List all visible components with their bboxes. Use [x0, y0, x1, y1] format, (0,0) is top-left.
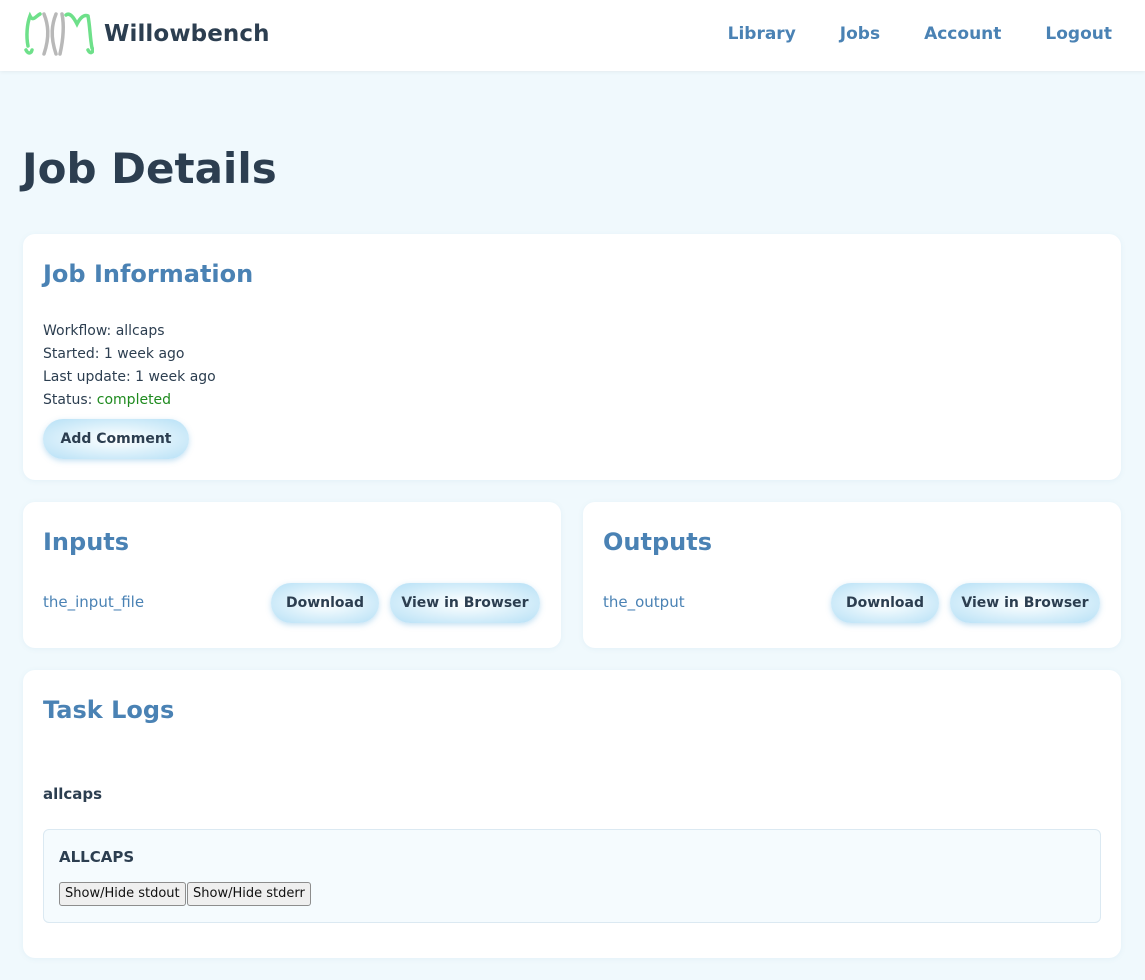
started-value: 1 week ago: [103, 346, 185, 362]
task-logs-card: Task Logs allcaps ALLCAPS Show/Hide stdo…: [23, 670, 1121, 958]
workflow-label: Workflow:: [43, 323, 112, 339]
toggle-stderr-button[interactable]: Show/Hide stderr: [187, 882, 311, 906]
last-update-label: Last update:: [43, 369, 131, 385]
main-nav: Library Jobs Account Logout: [684, 22, 1112, 46]
last-update-line: Last update: 1 week ago: [43, 367, 216, 387]
workflow-value: allcaps: [115, 323, 165, 339]
input-download-button[interactable]: Download: [271, 583, 379, 623]
brand[interactable]: Willowbench: [22, 10, 270, 58]
started-label: Started:: [43, 346, 100, 362]
input-view-in-browser-button[interactable]: View in Browser: [390, 583, 540, 623]
status-label: Status:: [43, 392, 93, 408]
status-value: completed: [96, 392, 172, 408]
page-title: Job Details: [22, 144, 277, 193]
nav-jobs[interactable]: Jobs: [840, 22, 880, 46]
inputs-card: Inputs the_input_file Download View in B…: [23, 502, 561, 648]
add-comment-button[interactable]: Add Comment: [43, 419, 189, 459]
job-information-heading: Job Information: [43, 260, 254, 288]
nav-logout[interactable]: Logout: [1045, 22, 1112, 46]
status-line: Status: completed: [43, 390, 171, 410]
outputs-card: Outputs the_output Download View in Brow…: [583, 502, 1121, 648]
nav-library[interactable]: Library: [728, 22, 796, 46]
willow-logo-icon: [24, 11, 94, 56]
input-file-link[interactable]: the_input_file: [43, 593, 144, 611]
workflow-line: Workflow: allcaps: [43, 321, 165, 341]
job-information-card: Job Information Workflow: allcaps Starte…: [23, 234, 1121, 480]
task-log-title: ALLCAPS: [59, 848, 135, 866]
task-logs-heading: Task Logs: [43, 696, 175, 724]
task-name: allcaps: [43, 785, 103, 803]
top-navbar: Willowbench Library Jobs Account Logout: [0, 0, 1145, 71]
outputs-heading: Outputs: [603, 528, 712, 556]
nav-account[interactable]: Account: [924, 22, 1001, 46]
started-line: Started: 1 week ago: [43, 344, 185, 364]
last-update-value: 1 week ago: [135, 369, 216, 385]
inputs-heading: Inputs: [43, 528, 130, 556]
output-view-in-browser-button[interactable]: View in Browser: [950, 583, 1100, 623]
brand-name: Willowbench: [104, 21, 270, 47]
task-log-panel: ALLCAPS Show/Hide stdout Show/Hide stder…: [43, 829, 1101, 923]
output-file-link[interactable]: the_output: [603, 593, 685, 611]
toggle-stdout-button[interactable]: Show/Hide stdout: [59, 882, 186, 906]
output-download-button[interactable]: Download: [831, 583, 939, 623]
